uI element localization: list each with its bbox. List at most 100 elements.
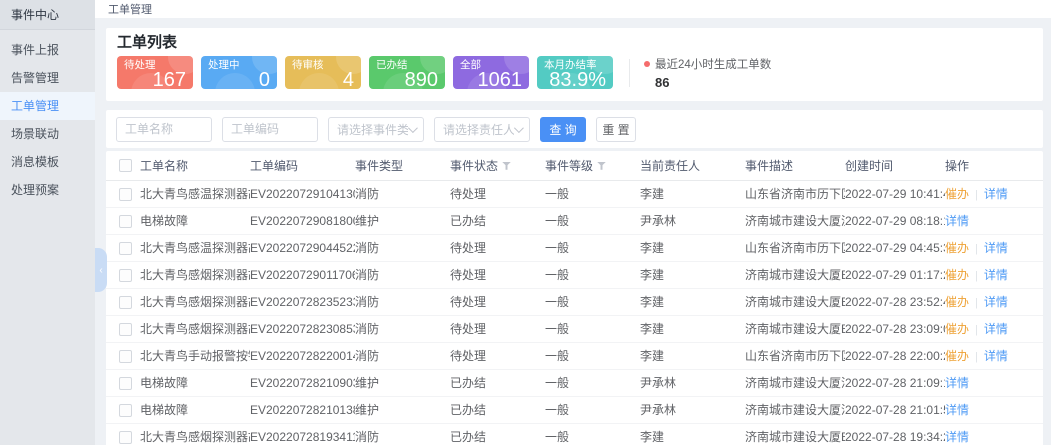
cell-type: 维护 (355, 396, 450, 423)
cell-owner: 尹承林 (640, 207, 745, 234)
cell-actions: 催办 | 详情 (945, 342, 1043, 369)
table-row: 电梯故障 EV20220728210903424 维护 已办结 一般 尹承林 济… (106, 369, 1043, 396)
recent-24h-value: 86 (644, 75, 771, 90)
order-code-input[interactable] (222, 117, 318, 142)
detail-action-link[interactable]: 详情 (984, 322, 1008, 336)
row-checkbox[interactable] (119, 188, 132, 201)
stat-label: 待审核 (285, 56, 361, 71)
cell-name: 北大青鸟感温探测器故障 (140, 180, 250, 207)
sidebar-item-6[interactable]: 处理预案 (0, 176, 95, 204)
cell-type: 消防 (355, 261, 450, 288)
row-checkbox[interactable] (119, 350, 132, 363)
cell-status: 待处理 (450, 234, 545, 261)
cell-name: 北大青鸟感烟探测器故障 (140, 288, 250, 315)
cell-name: 北大青鸟感烟探测器故障 (140, 423, 250, 445)
detail-action-link[interactable]: 详情 (945, 376, 969, 390)
work-order-table-card: 工单名称 工单编码 事件类型 事件状态 事件等级 当前责任人 事件描述 创建 (106, 151, 1043, 445)
urge-action-link[interactable]: 催办 (945, 268, 969, 282)
cell-desc: 济南城市建设大厦B3车... (745, 288, 845, 315)
col-order-code: 工单编码 (250, 151, 355, 180)
cell-time: 2022-07-29 04:45:36 (845, 234, 945, 261)
urge-action-link[interactable]: 催办 (945, 241, 969, 255)
reset-button[interactable]: 重 置 (596, 117, 636, 142)
sidebar-item-2[interactable]: 告警管理 (0, 64, 95, 92)
table-row: 北大青鸟感温探测器故障 EV20220729044522068 消防 待处理 一… (106, 234, 1043, 261)
topbar: 工单管理 (95, 0, 1051, 18)
action-divider: | (975, 297, 978, 309)
cell-actions: 详情 (945, 396, 1043, 423)
search-button[interactable]: 查 询 (540, 117, 586, 142)
table-header-row: 工单名称 工单编码 事件类型 事件状态 事件等级 当前责任人 事件描述 创建 (106, 151, 1043, 180)
action-divider: | (975, 351, 978, 363)
row-checkbox[interactable] (119, 296, 132, 309)
detail-action-link[interactable]: 详情 (984, 241, 1008, 255)
cell-name: 北大青鸟感温探测器故障 (140, 234, 250, 261)
content: 工单列表 待处理 167 处理中 0 待审核 4 已办结 890 全部 1061… (95, 18, 1051, 445)
order-name-input[interactable] (116, 117, 212, 142)
cell-time: 2022-07-29 01:17:20 (845, 261, 945, 288)
cell-owner: 李建 (640, 342, 745, 369)
row-checkbox[interactable] (119, 431, 132, 444)
stat-value: 83.9% (537, 71, 613, 89)
table-row: 电梯故障 EV20220728210138787 维护 已办结 一般 尹承林 济… (106, 396, 1043, 423)
cell-code: EV20220729081800961 (250, 207, 355, 234)
detail-action-link[interactable]: 详情 (984, 349, 1008, 363)
row-checkbox[interactable] (119, 377, 132, 390)
action-divider: | (975, 189, 978, 201)
detail-action-link[interactable]: 详情 (984, 295, 1008, 309)
stat-card: 全部 1061 (453, 56, 529, 89)
cell-owner: 李建 (640, 423, 745, 445)
recent-24h-block: 最近24小时生成工单数 86 (644, 56, 771, 90)
row-checkbox[interactable] (119, 215, 132, 228)
sidebar-item-4[interactable]: 场景联动 (0, 120, 95, 148)
detail-action-link[interactable]: 详情 (984, 268, 1008, 282)
cell-code: EV20220728230853750 (250, 315, 355, 342)
row-checkbox[interactable] (119, 404, 132, 417)
event-type-select[interactable]: 请选择事件类型 (328, 117, 424, 142)
col-event-type: 事件类型 (355, 151, 450, 180)
filter-bar: 请选择事件类型 请选择责任人 查 询 重 置 (106, 110, 1043, 148)
cell-desc: 济南城市建设大厦B3车... (745, 315, 845, 342)
sidebar-item-3[interactable]: 工单管理 (0, 92, 95, 120)
table-row: 北大青鸟感烟探测器故障 EV20220729011706036 消防 待处理 一… (106, 261, 1043, 288)
cell-owner: 李建 (640, 261, 745, 288)
urge-action-link[interactable]: 催办 (945, 187, 969, 201)
cell-type: 消防 (355, 423, 450, 445)
cell-actions: 催办|详情 (945, 234, 1043, 261)
detail-action-link[interactable]: 详情 (945, 403, 969, 417)
detail-action-link[interactable]: 详情 (945, 430, 969, 444)
cell-actions: 详情 (945, 423, 1043, 445)
row-checkbox[interactable] (119, 269, 132, 282)
owner-select[interactable]: 请选择责任人 (434, 117, 530, 142)
cell-actions: 催办 | 详情 (945, 288, 1043, 315)
detail-action-link[interactable]: 详情 (945, 214, 969, 228)
cell-code: EV20220728210138787 (250, 396, 355, 423)
filter-icon[interactable] (502, 162, 511, 170)
cell-level: 一般 (545, 342, 640, 369)
cell-time: 2022-07-28 23:09:08 (845, 315, 945, 342)
cell-owner: 李建 (640, 180, 745, 207)
detail-action-link[interactable]: 详情 (984, 187, 1008, 201)
row-checkbox[interactable] (119, 242, 132, 255)
cell-actions: 催办|详情 (945, 315, 1043, 342)
urge-action-link[interactable]: 催办 (945, 349, 969, 363)
row-checkbox[interactable] (119, 323, 132, 336)
cell-type: 消防 (355, 180, 450, 207)
urge-action-link[interactable]: 催办 (945, 295, 969, 309)
breadcrumb: 工单管理 (108, 1, 152, 17)
sidebar-item-1[interactable]: 事件上报 (0, 36, 95, 64)
cell-name: 电梯故障 (140, 207, 250, 234)
cell-type: 消防 (355, 288, 450, 315)
cell-desc: 济南城市建设大厦B3车... (745, 423, 845, 445)
cell-code: EV20220729104130123 (250, 180, 355, 207)
stats-row: 待处理 167 处理中 0 待审核 4 已办结 890 全部 1061 本月办结… (117, 56, 1032, 90)
filter-icon[interactable] (597, 162, 606, 170)
sidebar-collapse-button[interactable]: ‹ (95, 248, 107, 292)
cell-time: 2022-07-28 21:01:53 (845, 396, 945, 423)
event-type-placeholder: 请选择事件类型 (337, 121, 408, 138)
urge-action-link[interactable]: 催办 (945, 322, 969, 336)
cell-level: 一般 (545, 396, 640, 423)
sidebar-item-5[interactable]: 消息模板 (0, 148, 95, 176)
select-all-checkbox[interactable] (119, 159, 132, 172)
main-area: 工单管理 工单列表 待处理 167 处理中 0 待审核 4 已办结 890 全部… (95, 0, 1051, 445)
